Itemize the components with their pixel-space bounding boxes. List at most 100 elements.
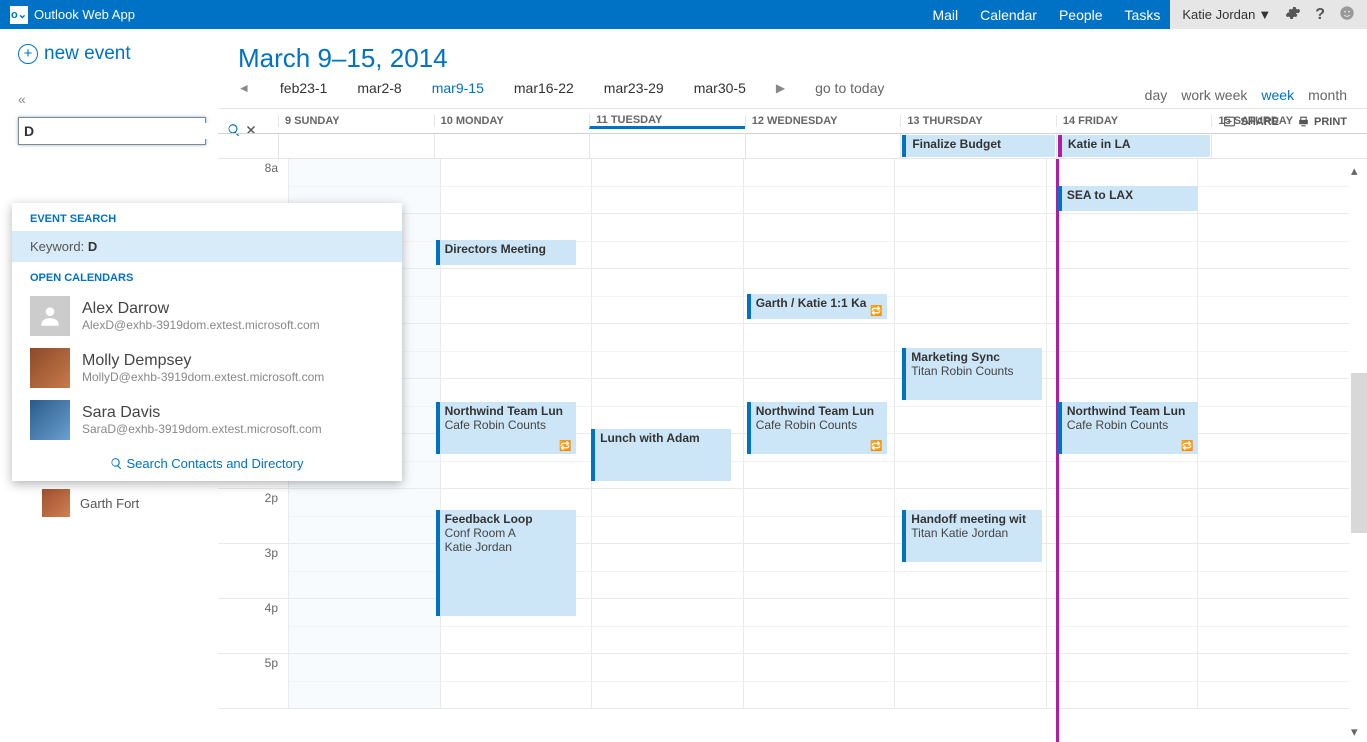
time-cell[interactable]	[1046, 324, 1198, 378]
day-header-wed[interactable]: 12 WEDNESDAY	[745, 115, 901, 127]
time-cell[interactable]	[1046, 599, 1198, 653]
time-cell[interactable]	[1197, 544, 1349, 598]
new-event-button[interactable]: + new event	[18, 43, 218, 65]
nav-tasks[interactable]: Tasks	[1125, 0, 1161, 29]
time-cell[interactable]	[1197, 654, 1349, 708]
time-cell[interactable]	[1046, 654, 1198, 708]
time-cell[interactable]	[1197, 489, 1349, 543]
allday-event-finalize-budget[interactable]: Finalize Budget	[902, 135, 1055, 157]
app-logo[interactable]: o⌄ Outlook Web App	[0, 6, 145, 24]
prev-week-icon[interactable]: ◄	[238, 81, 250, 95]
time-cell[interactable]	[894, 269, 1046, 323]
user-menu[interactable]: Katie Jordan▼	[1182, 7, 1271, 22]
event-garth-katie[interactable]: Garth / Katie 1:1 Ka🔁	[747, 294, 887, 319]
week-tab-2[interactable]: mar9-15	[432, 80, 484, 96]
nav-calendar[interactable]: Calendar	[980, 0, 1037, 29]
time-cell[interactable]	[894, 654, 1046, 708]
time-cell[interactable]	[288, 489, 440, 543]
time-cell[interactable]	[591, 489, 743, 543]
time-cell[interactable]	[288, 544, 440, 598]
time-cell[interactable]	[1197, 599, 1349, 653]
view-month[interactable]: month	[1308, 87, 1347, 103]
event-directors[interactable]: Directors Meeting	[436, 240, 576, 265]
dd-person-0[interactable]: Alex DarrowAlexD@exhb-3919dom.extest.mic…	[12, 290, 402, 342]
search-input[interactable]	[19, 123, 225, 139]
settings-icon[interactable]	[1285, 5, 1301, 24]
time-cell[interactable]	[440, 269, 592, 323]
time-cell[interactable]	[591, 379, 743, 433]
event-sea-lax[interactable]: SEA to LAX	[1058, 186, 1198, 211]
view-workweek[interactable]: work week	[1181, 87, 1247, 103]
scroll-up-icon[interactable]: ▴	[1351, 163, 1365, 177]
time-cell[interactable]	[743, 654, 895, 708]
time-cell[interactable]	[288, 654, 440, 708]
week-tab-5[interactable]: mar30-5	[694, 80, 746, 96]
time-cell[interactable]	[743, 324, 895, 378]
time-cell[interactable]	[591, 269, 743, 323]
help-icon[interactable]: ?	[1315, 6, 1325, 24]
event-nw-fri[interactable]: Northwind Team LunCafe Robin Counts🔁	[1058, 402, 1198, 454]
time-cell[interactable]	[894, 599, 1046, 653]
go-to-today-link[interactable]: go to today	[815, 80, 884, 96]
time-cell[interactable]	[440, 324, 592, 378]
time-cell[interactable]	[1046, 544, 1198, 598]
time-cell[interactable]	[894, 434, 1046, 488]
time-cell[interactable]	[743, 159, 895, 213]
time-cell[interactable]	[1046, 214, 1198, 268]
day-header-mon[interactable]: 10 MONDAY	[434, 115, 590, 127]
time-cell[interactable]	[743, 599, 895, 653]
time-cell[interactable]	[591, 544, 743, 598]
time-cell[interactable]	[1197, 324, 1349, 378]
time-cell[interactable]	[591, 214, 743, 268]
time-cell[interactable]	[591, 654, 743, 708]
time-cell[interactable]	[1197, 379, 1349, 433]
time-cell[interactable]	[1046, 489, 1198, 543]
day-header-sat[interactable]: 15 SATURDAY	[1211, 115, 1367, 127]
time-cell[interactable]	[1197, 434, 1349, 488]
time-cell[interactable]	[743, 544, 895, 598]
view-week[interactable]: week	[1261, 87, 1294, 103]
scroll-down-icon[interactable]: ▾	[1351, 724, 1365, 738]
event-nw-mon[interactable]: Northwind Team LunCafe Robin Counts🔁	[436, 402, 576, 454]
day-header-fri[interactable]: 14 FRIDAY	[1056, 115, 1212, 127]
time-cell[interactable]	[1197, 214, 1349, 268]
face-icon[interactable]	[1339, 5, 1355, 24]
day-header-thu[interactable]: 13 THURSDAY	[900, 115, 1056, 127]
collapse-sidebar-icon[interactable]: «	[18, 91, 218, 107]
time-cell[interactable]	[894, 214, 1046, 268]
other-cal-item-1[interactable]: Garth Fort	[42, 489, 218, 517]
dd-person-2[interactable]: Sara DavisSaraD@exhb-3919dom.extest.micr…	[12, 394, 402, 446]
day-header-tue[interactable]: 11 TUESDAY	[589, 114, 745, 129]
event-mkt-sync[interactable]: Marketing SyncTitan Robin Counts	[902, 348, 1042, 400]
time-cell[interactable]	[440, 654, 592, 708]
time-cell[interactable]	[591, 159, 743, 213]
week-tab-4[interactable]: mar23-29	[604, 80, 664, 96]
search-box[interactable]	[18, 117, 206, 145]
nav-mail[interactable]: Mail	[932, 0, 958, 29]
dd-keyword-row[interactable]: Keyword: D	[12, 231, 402, 262]
time-cell[interactable]	[743, 214, 895, 268]
time-cell[interactable]	[743, 489, 895, 543]
event-feedback[interactable]: Feedback LoopConf Room AKatie Jordan	[436, 510, 576, 616]
scrollbar[interactable]	[1351, 373, 1367, 533]
event-lunch-adam[interactable]: Lunch with Adam	[591, 429, 731, 481]
next-week-icon[interactable]: ▶	[776, 81, 785, 95]
week-tab-1[interactable]: mar2-8	[357, 80, 401, 96]
time-cell[interactable]	[1197, 269, 1349, 323]
time-cell[interactable]	[894, 159, 1046, 213]
event-nw-wed[interactable]: Northwind Team LunCafe Robin Counts🔁	[747, 402, 887, 454]
time-cell[interactable]	[1046, 269, 1198, 323]
day-header-sun[interactable]: 9 SUNDAY	[278, 115, 434, 127]
view-day[interactable]: day	[1145, 87, 1168, 103]
allday-event-katie-la[interactable]: Katie in LA	[1058, 135, 1211, 157]
dd-person-1[interactable]: Molly DempseyMollyD@exhb-3919dom.extest.…	[12, 342, 402, 394]
time-cell[interactable]	[1197, 159, 1349, 213]
nav-people[interactable]: People	[1059, 0, 1103, 29]
event-handoff[interactable]: Handoff meeting witTitan Katie Jordan	[902, 510, 1042, 562]
time-cell[interactable]	[591, 324, 743, 378]
time-cell[interactable]	[440, 159, 592, 213]
week-tab-3[interactable]: mar16-22	[514, 80, 574, 96]
week-tab-0[interactable]: feb23-1	[280, 80, 327, 96]
time-cell[interactable]	[591, 599, 743, 653]
search-directory-link[interactable]: Search Contacts and Directory	[12, 446, 402, 481]
